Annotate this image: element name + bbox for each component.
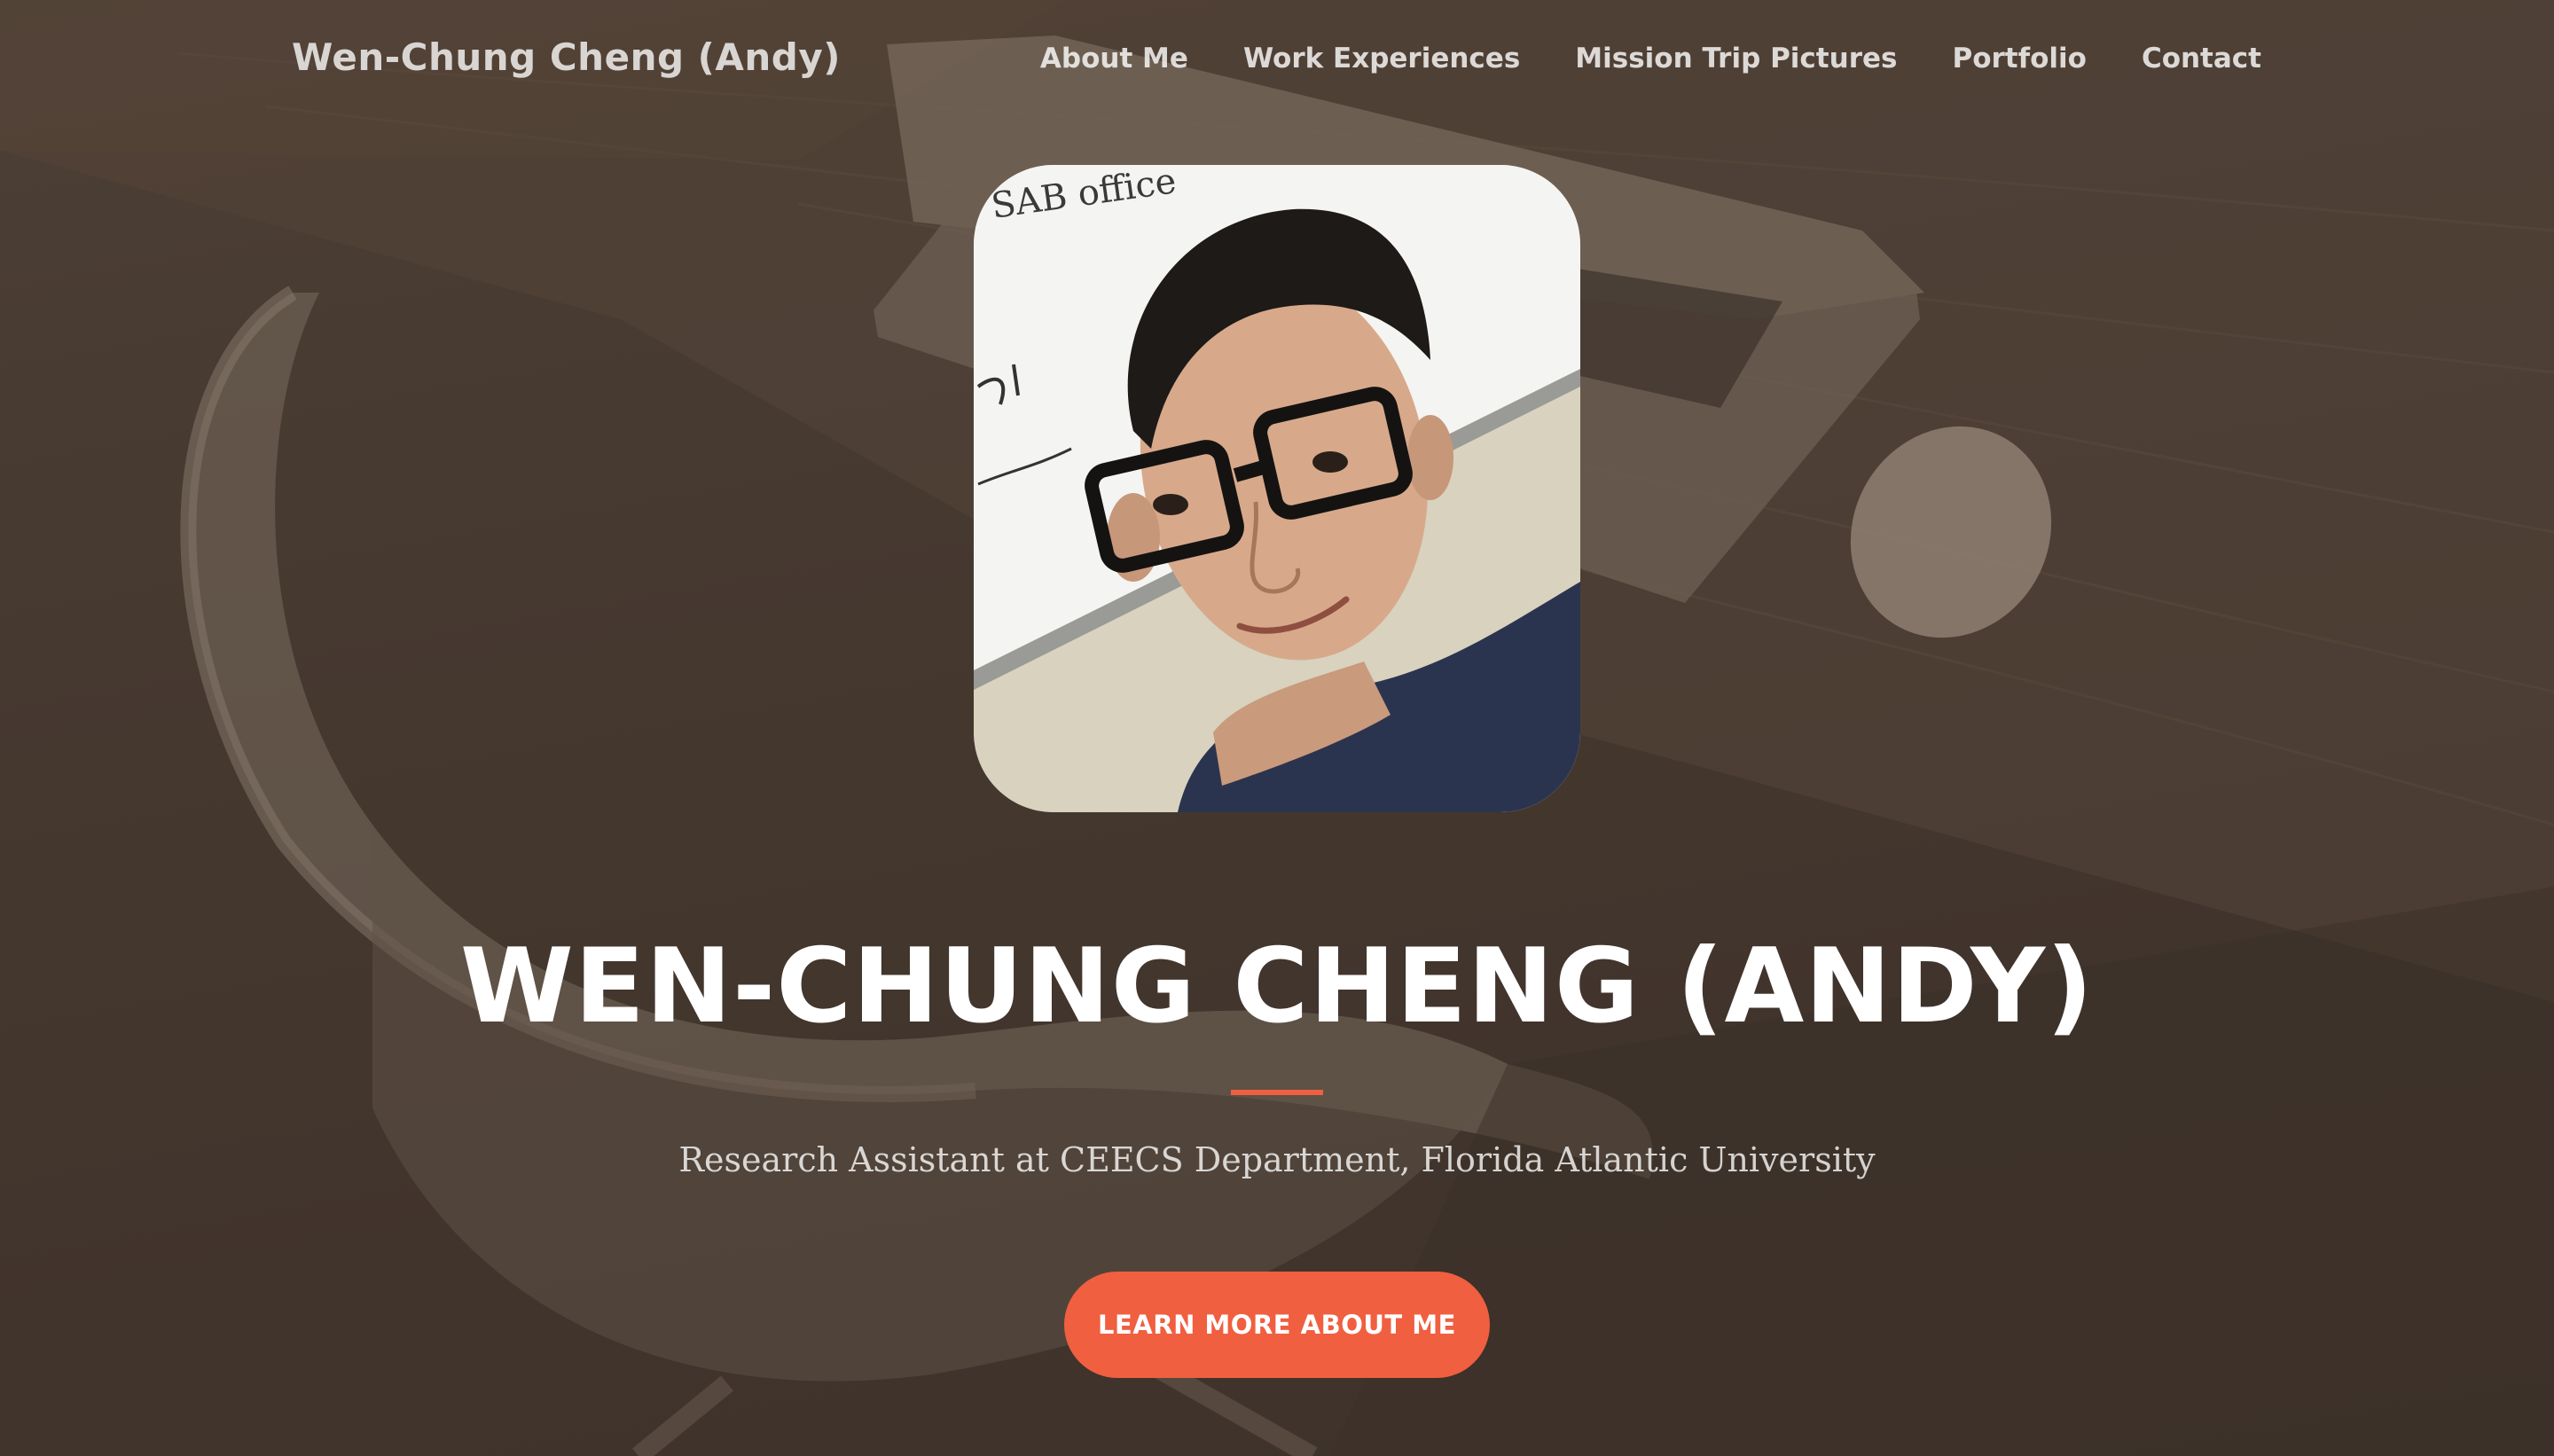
profile-photo-image: SAB office	[974, 165, 1580, 812]
navbar: Wen-Chung Cheng (Andy) About Me Work Exp…	[0, 0, 2554, 124]
accent-divider	[1231, 1090, 1323, 1095]
hero-subtitle: Research Assistant at CEECS Department, …	[678, 1140, 1876, 1179]
nav-link-portfolio[interactable]: Portfolio	[1952, 43, 2086, 74]
nav-links: About Me Work Experiences Mission Trip P…	[1040, 43, 2261, 74]
hero-title: WEN-CHUNG CHENG (ANDY)	[459, 927, 2095, 1046]
learn-more-button[interactable]: LEARN MORE ABOUT ME	[1064, 1272, 1490, 1378]
nav-link-about-me[interactable]: About Me	[1040, 43, 1188, 74]
nav-link-work-experiences[interactable]: Work Experiences	[1243, 43, 1520, 74]
nav-link-contact[interactable]: Contact	[2142, 43, 2261, 74]
nav-link-mission-trip-pictures[interactable]: Mission Trip Pictures	[1575, 43, 1897, 74]
brand-link[interactable]: Wen-Chung Cheng (Andy)	[292, 35, 841, 79]
profile-photo: SAB office	[974, 165, 1580, 812]
